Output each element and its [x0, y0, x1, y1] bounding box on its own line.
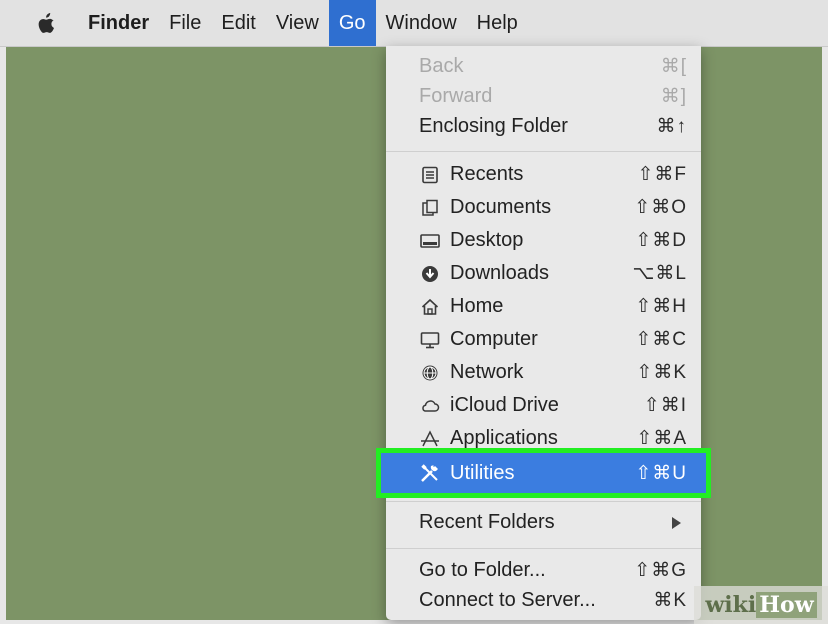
menu-item-back[interactable]: Back ⌘[: [386, 50, 701, 83]
shortcut-label: ⇧⌘H: [635, 296, 687, 317]
menu-item-label: Network: [450, 361, 524, 383]
menu-separator: [386, 151, 701, 152]
menu-item-label: iCloud Drive: [450, 394, 559, 416]
desktop-icon: [419, 230, 441, 252]
menu-item-downloads[interactable]: Downloads ⌥⌘L: [386, 257, 701, 290]
menu-item-label: Back: [419, 55, 464, 77]
shortcut-label: ⌘[: [660, 56, 687, 77]
menu-item-go-to-folder[interactable]: Go to Folder... ⇧⌘G: [386, 554, 701, 587]
menu-item-label: Forward: [419, 85, 493, 107]
menu-item-connect-to-server[interactable]: Connect to Server... ⌘K: [386, 584, 701, 617]
menu-item-icloud-drive[interactable]: iCloud Drive ⇧⌘I: [386, 389, 701, 422]
apple-menu-button[interactable]: [0, 0, 78, 46]
menu-item-label: Recents: [450, 163, 524, 185]
wikihow-watermark: wiki How: [694, 586, 828, 624]
shortcut-label: ⇧⌘U: [635, 462, 687, 484]
network-icon: [419, 362, 441, 384]
menu-item-network[interactable]: Network ⇧⌘K: [386, 356, 701, 389]
home-icon: [419, 296, 441, 318]
menu-item-label: Downloads: [450, 262, 549, 284]
menu-item-label: Computer: [450, 328, 538, 350]
menu-item-home[interactable]: Home ⇧⌘H: [386, 290, 701, 323]
watermark-wiki: wiki: [705, 592, 757, 618]
menu-item-computer[interactable]: Computer ⇧⌘C: [386, 323, 701, 356]
shortcut-label: ⌥⌘L: [632, 263, 687, 284]
menu-item-documents[interactable]: Documents ⇧⌘O: [386, 191, 701, 224]
recents-icon: [419, 164, 441, 186]
submenu-arrow-icon: [672, 516, 681, 529]
menu-window[interactable]: Window: [376, 0, 467, 46]
shortcut-label: ⇧⌘A: [636, 428, 687, 449]
go-menu-dropdown: Back ⌘[ Forward ⌘] Enclosing Folder ⌘↑ R…: [376, 46, 711, 620]
menu-go[interactable]: Go: [328, 0, 376, 46]
menu-bar: Finder File Edit View Go Window Help: [0, 0, 828, 47]
downloads-icon: [419, 263, 441, 285]
menu-item-enclosing-folder[interactable]: Enclosing Folder ⌘↑: [386, 110, 701, 143]
menu-item-label: Documents: [450, 196, 552, 218]
menu-item-label: Desktop: [450, 229, 524, 251]
shortcut-label: ⇧⌘K: [636, 362, 687, 383]
menu-item-desktop[interactable]: Desktop ⇧⌘D: [386, 224, 701, 257]
menu-edit[interactable]: Edit: [211, 0, 265, 46]
documents-icon: [419, 197, 441, 219]
shortcut-label: ⇧⌘O: [634, 197, 687, 218]
menu-item-label: Enclosing Folder: [419, 115, 568, 137]
apple-logo-icon: [38, 12, 54, 33]
menu-item-label: Recent Folders: [419, 511, 555, 533]
window-frame-left: [0, 0, 6, 624]
menu-item-label: Utilities: [450, 461, 515, 484]
menu-item-recents[interactable]: Recents ⇧⌘F: [386, 158, 701, 191]
menu-separator: [386, 501, 701, 502]
menu-finder[interactable]: Finder: [78, 0, 159, 46]
shortcut-label: ⌘↑: [656, 116, 687, 137]
watermark-how: How: [756, 592, 817, 618]
shortcut-label: ⇧⌘I: [643, 395, 687, 416]
menu-help[interactable]: Help: [467, 0, 528, 46]
menu-item-recent-folders[interactable]: Recent Folders: [386, 506, 701, 539]
menu-item-forward[interactable]: Forward ⌘]: [386, 80, 701, 113]
cloud-icon: [419, 395, 441, 417]
menu-item-label: Connect to Server...: [419, 589, 596, 611]
computer-icon: [419, 329, 441, 351]
shortcut-label: ⇧⌘C: [635, 329, 687, 350]
menu-item-utilities[interactable]: Utilities ⇧⌘U: [376, 448, 711, 498]
menu-view[interactable]: View: [266, 0, 329, 46]
menu-item-label: Home: [450, 295, 504, 317]
shortcut-label: ⇧⌘F: [637, 164, 687, 185]
applications-icon: [419, 428, 441, 450]
menu-file[interactable]: File: [159, 0, 211, 46]
menu-item-label: Go to Folder...: [419, 559, 546, 581]
shortcut-label: ⌘K: [653, 590, 687, 611]
menu-item-applications[interactable]: Applications ⇧⌘A: [386, 422, 701, 455]
menu-separator: [386, 548, 701, 549]
menu-item-label: Applications: [450, 427, 558, 449]
window-frame-right: [822, 0, 828, 624]
shortcut-label: ⇧⌘G: [634, 560, 687, 581]
shortcut-label: ⌘]: [660, 86, 687, 107]
shortcut-label: ⇧⌘D: [635, 230, 687, 251]
utilities-icon: [419, 462, 441, 484]
